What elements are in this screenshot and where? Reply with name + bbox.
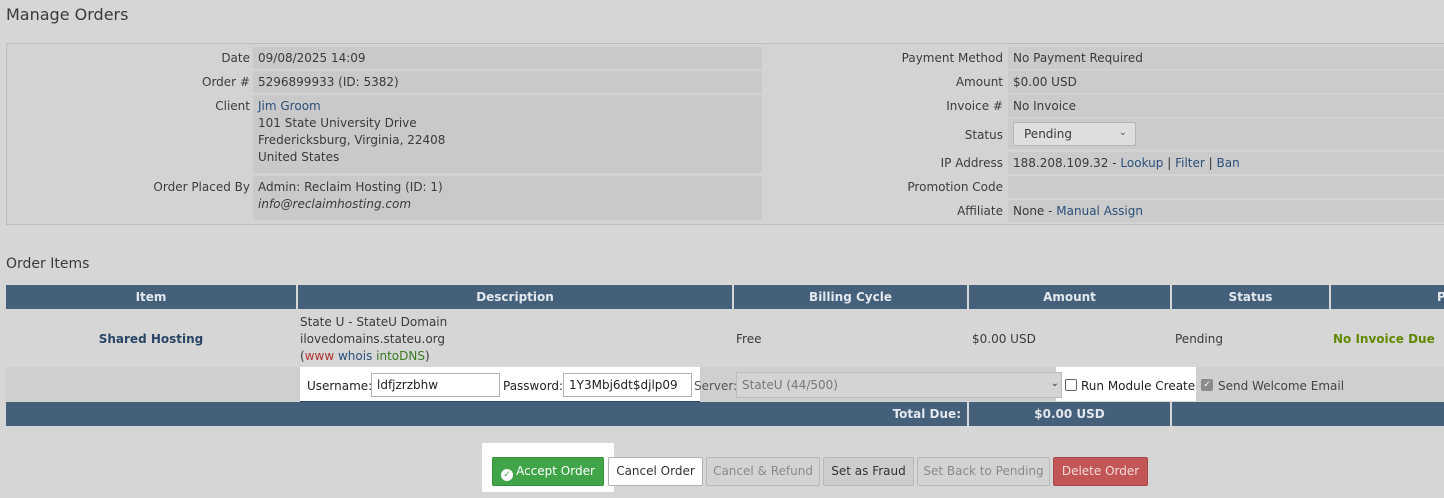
check-icon: ✓ <box>1203 380 1211 390</box>
username-input[interactable]: ldfjzrzbhw <box>371 373 500 397</box>
chevron-down-icon: ⌄ <box>1118 127 1127 138</box>
payment-method-label: Payment Method <box>901 51 1003 65</box>
www-link[interactable]: www <box>305 349 334 363</box>
total-due-label: Total Due: <box>6 402 967 426</box>
payment-status-cell: No Invoice Due <box>1333 332 1435 346</box>
cancel-order-button[interactable]: Cancel Order <box>608 457 703 486</box>
placed-by-value: Admin: Reclaim Hosting (ID: 1) <box>258 180 443 194</box>
order-number-value: 5296899933 (ID: 5382) <box>253 71 762 93</box>
item-description: State U - StateU Domain ilovedomains.sta… <box>300 314 730 365</box>
ip-value: 188.208.109.32 - <box>1013 156 1117 170</box>
order-items-title: Order Items <box>6 256 90 272</box>
page-title: Manage Orders <box>6 5 129 24</box>
affiliate-value: None - <box>1013 204 1053 218</box>
ip-ban-link[interactable]: Ban <box>1217 156 1240 170</box>
password-input[interactable]: 1Y3Mbj6dt$djlp09 <box>563 373 692 397</box>
amount-cell: $0.00 USD <box>972 332 1036 346</box>
server-selected-value: StateU (44/500) <box>742 378 838 392</box>
amount-label: Amount <box>955 75 1003 89</box>
col-header-item: Item <box>6 285 296 309</box>
invoice-label: Invoice # <box>946 99 1003 113</box>
chevron-down-icon: ⌄ <box>1050 378 1059 389</box>
date-value: 09/08/2025 14:09 <box>253 47 762 69</box>
send-welcome-label: Send Welcome Email <box>1218 379 1345 393</box>
placed-by-block: Admin: Reclaim Hosting (ID: 1) info@recl… <box>253 176 762 220</box>
description-paren: ) <box>424 349 430 363</box>
manual-assign-link[interactable]: Manual Assign <box>1056 204 1143 218</box>
placed-by-email: info@reclaimhosting.com <box>258 197 412 211</box>
promo-value <box>1008 176 1444 198</box>
description-line1: State U - StateU Domain <box>300 315 448 329</box>
accept-order-button[interactable]: ✓ Accept Order <box>492 457 604 486</box>
ip-filter-link[interactable]: Filter <box>1175 156 1205 170</box>
item-name: Shared Hosting <box>98 332 204 346</box>
set-as-fraud-button[interactable]: Set as Fraud <box>823 457 914 486</box>
client-block: Jim Groom 101 State University Drive Fre… <box>253 95 762 173</box>
invoice-value: No Invoice <box>1008 95 1444 117</box>
total-bar-fill <box>1172 402 1444 426</box>
client-country: United States <box>258 150 340 164</box>
whois-link[interactable]: whois <box>338 349 372 363</box>
affiliate-label: Affiliate <box>957 204 1003 218</box>
col-header-billing-cycle: Billing Cycle <box>734 285 967 309</box>
server-label: Server: <box>694 379 738 393</box>
ip-label: IP Address <box>940 156 1003 170</box>
client-label: Client <box>215 99 250 113</box>
col-header-payment: P <box>1331 285 1444 309</box>
username-label: Username: <box>307 379 373 393</box>
intodns-link[interactable]: intoDNS <box>376 349 425 363</box>
cancel-refund-button[interactable]: Cancel & Refund <box>706 457 820 486</box>
send-welcome-checkbox[interactable]: ✓ <box>1201 379 1213 391</box>
status-cell: Pending <box>1175 332 1223 346</box>
date-label: Date <box>221 51 250 65</box>
delete-order-button[interactable]: Delete Order <box>1053 457 1148 486</box>
run-module-checkbox[interactable] <box>1065 379 1077 391</box>
ip-field: 188.208.109.32 - Lookup | Filter | Ban <box>1008 152 1444 174</box>
status-label: Status <box>964 128 1003 142</box>
col-header-amount: Amount <box>969 285 1170 309</box>
run-module-label: Run Module Create <box>1081 379 1196 393</box>
affiliate-field: None - Manual Assign <box>1008 200 1444 222</box>
amount-value: $0.00 USD <box>1008 71 1444 93</box>
status-selected-value: Pending <box>1024 127 1072 141</box>
col-header-status: Status <box>1172 285 1329 309</box>
password-label: Password: <box>503 379 564 393</box>
server-select[interactable]: StateU (44/500) ⌄ <box>736 372 1062 398</box>
description-domain: ilovedomains.stateu.org <box>300 332 446 346</box>
client-address2: Fredericksburg, Virginia, 22408 <box>258 133 446 147</box>
check-circle-icon: ✓ <box>501 469 514 481</box>
order-number-label: Order # <box>202 75 250 89</box>
billing-cycle-value: Free <box>736 332 762 346</box>
client-address1: 101 State University Drive <box>258 116 417 130</box>
promo-label: Promotion Code <box>907 180 1003 194</box>
col-header-description: Description <box>298 285 732 309</box>
ip-separator: | <box>1167 156 1172 170</box>
client-name-link[interactable]: Jim Groom <box>258 99 321 113</box>
placed-by-label: Order Placed By <box>153 180 250 194</box>
payment-method-value: No Payment Required <box>1008 47 1444 69</box>
ip-separator: | <box>1208 156 1213 170</box>
ip-lookup-link[interactable]: Lookup <box>1120 156 1163 170</box>
total-due-value: $0.00 USD <box>969 402 1170 426</box>
set-back-pending-button[interactable]: Set Back to Pending <box>917 457 1050 486</box>
status-select[interactable]: Pending ⌄ <box>1013 122 1136 146</box>
